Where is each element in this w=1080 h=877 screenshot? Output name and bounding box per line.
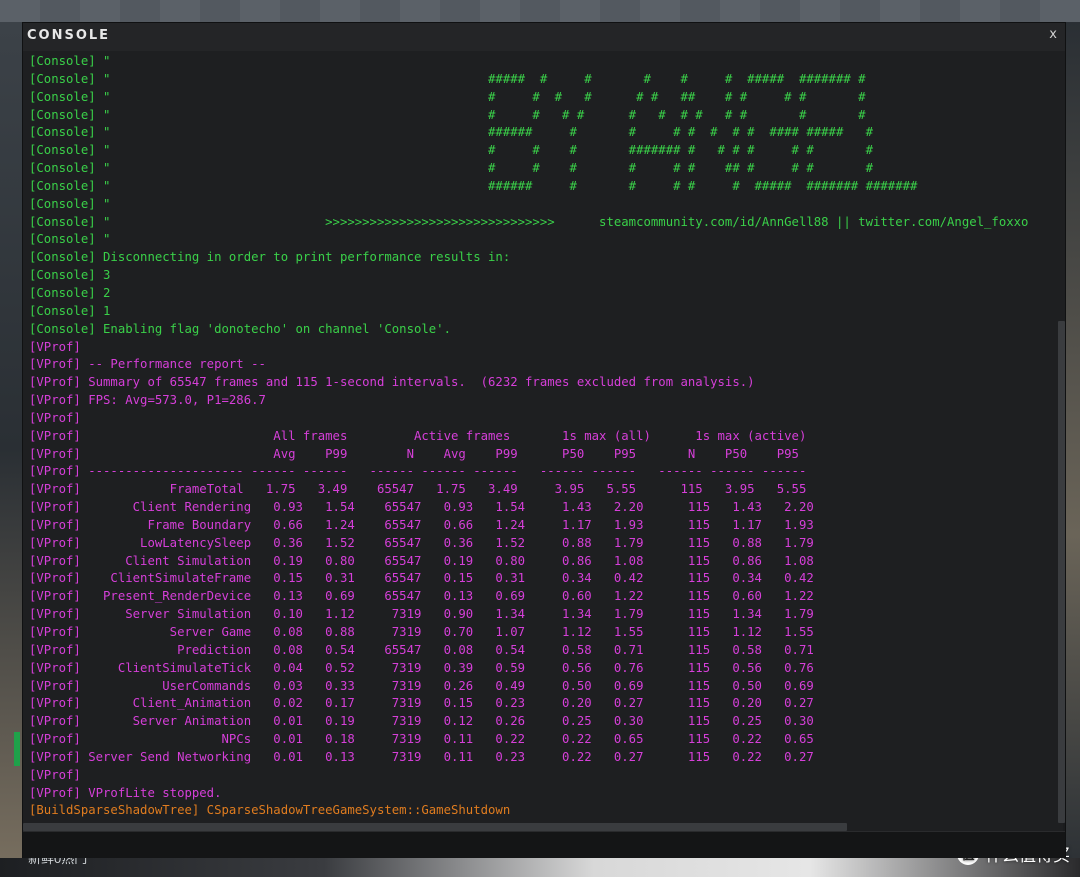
console-line: [VProf] FPS: Avg=573.0, P1=286.7 [29,393,266,408]
console-line: [VProf] ClientSimulateFrame 0.15 0.31 65… [29,571,814,586]
console-line: [VProf] Prediction 0.08 0.54 65547 0.08 … [29,642,814,657]
console-output-lines: [Console] " [Console] " ##### # # # # # #… [29,53,1063,820]
console-line: [Console] " # # # ####### # # # # # # # [29,143,873,158]
console-line: [VProf] FrameTotal 1.75 3.49 65547 1.75 … [29,482,807,497]
console-line: [VProf] VProfLite stopped. [29,785,222,800]
console-line: [VProf] Client Simulation 0.19 0.80 6554… [29,553,814,568]
console-title: CONSOLE [27,28,111,43]
console-line: [VProf] [29,339,81,354]
console-line: [Console] 3 [29,268,111,283]
console-line: [VProf] Client_Animation 0.02 0.17 7319 … [29,696,814,711]
console-line: [VProf] Server Simulation 0.10 1.12 7319… [29,607,814,622]
vertical-scrollbar[interactable] [1058,51,1065,823]
background-game-scene-right [1066,22,1080,877]
console-line: [Console] Disconnecting in order to prin… [29,250,511,265]
console-line: [VProf] All frames Active frames 1s max … [29,428,807,443]
console-line: [Console] 1 [29,303,111,318]
console-line: [Console] " # # # # # # ## # # # # # [29,89,866,104]
background-game-scene-top [0,0,1080,22]
console-line: [Console] " # # # # # # # # # # # # [29,107,866,122]
console-line: [Console] " >>>>>>>>>>>>>>>>>>>>>>>>>>>>… [29,214,1063,229]
console-line: [VProf] Client Rendering 0.93 1.54 65547… [29,500,814,515]
console-line: [VProf] Summary of 65547 frames and 115 … [29,375,755,390]
console-line: [Console] " ###### # # # # # # # #### ##… [29,125,873,140]
console-output[interactable]: [Console] " [Console] " ##### # # # # # #… [23,51,1063,823]
horizontal-scrollbar[interactable] [23,823,1063,831]
console-line: [VProf] [29,767,81,782]
console-line: [BuildSparseShadowTree] CSparseShadowTre… [29,803,511,818]
horizontal-scrollbar-thumb[interactable] [23,823,847,831]
console-line: [VProf] Present_RenderDevice 0.13 0.69 6… [29,589,814,604]
console-line: [VProf] Frame Boundary 0.66 1.24 65547 0… [29,517,814,532]
console-window: CONSOLE x [Console] " [Console] " ##### #… [22,22,1066,858]
close-button[interactable]: x [1049,27,1057,42]
vertical-scrollbar-thumb[interactable] [1058,321,1065,823]
background-green-indicator [14,732,20,766]
console-line: [VProf] UserCommands 0.03 0.33 7319 0.26… [29,678,814,693]
console-line: [Console] 2 [29,285,111,300]
console-line: [VProf] -- Performance report -- [29,357,266,372]
console-line: [VProf] Server Send Networking 0.01 0.13… [29,749,814,764]
background-game-scene-bottom [0,858,1080,877]
console-line: [VProf] NPCs 0.01 0.18 7319 0.11 0.22 0.… [29,732,814,747]
console-line: [VProf] --------------------- ------ ---… [29,464,807,479]
console-titlebar[interactable]: CONSOLE x [23,23,1065,51]
console-line: [Console] " [29,196,111,211]
console-line: [VProf] [29,410,81,425]
console-line: [VProf] LowLatencySleep 0.36 1.52 65547 … [29,535,814,550]
console-line: [VProf] Server Animation 0.01 0.19 7319 … [29,714,814,729]
console-line: [VProf] Avg P99 N Avg P99 P50 P95 N P50 … [29,446,799,461]
console-command-input[interactable] [23,831,1065,858]
console-line: [Console] " [29,54,111,68]
console-line: [Console] " ###### # # # # # ##### #####… [29,178,918,193]
console-line: [Console] " [29,232,111,247]
console-line: [Console] Enabling flag 'donotecho' on c… [29,321,451,336]
console-line: [VProf] Server Game 0.08 0.88 7319 0.70 … [29,625,814,639]
console-line: [VProf] ClientSimulateTick 0.04 0.52 731… [29,660,814,675]
console-line: [Console] " ##### # # # # # ##### ######… [29,71,866,86]
console-line: [Console] " # # # # # # ## # # # # [29,161,873,176]
